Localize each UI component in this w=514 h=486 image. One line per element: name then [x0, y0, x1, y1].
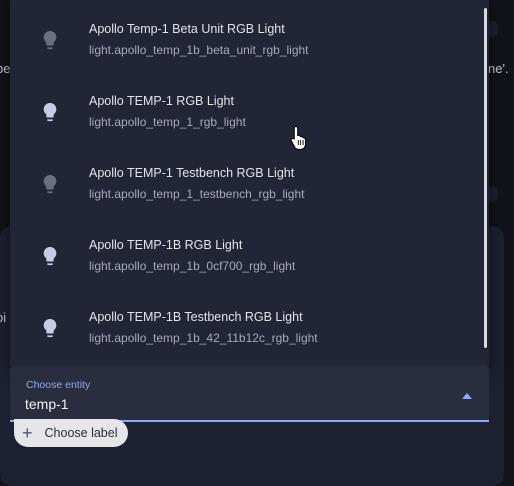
plus-icon: +: [22, 423, 33, 443]
menu-item-name: Apollo Temp-1 Beta Unit RGB Light: [89, 22, 285, 36]
choose-entity-label: Choose entity: [26, 379, 91, 391]
menu-scrollbar[interactable]: [484, 8, 487, 348]
entity-search-input[interactable]: [25, 394, 405, 414]
background-text-fragment: oi: [0, 310, 7, 325]
background-text-fragment: be: [0, 61, 11, 76]
menu-item-entity-id: light.apollo_temp_1b_0cf700_rgb_light: [89, 259, 296, 273]
menu-item-entity-id: light.apollo_temp_1b_beta_unit_rgb_light: [89, 43, 309, 57]
hand-pointer-icon: [290, 125, 307, 150]
lightbulb-icon: [43, 174, 57, 194]
lightbulb-icon: [43, 318, 57, 338]
caret-up-icon[interactable]: [462, 393, 472, 399]
entity-suggestions-menu: Apollo Temp-1 Beta Unit RGB Light light.…: [10, 0, 489, 366]
menu-item[interactable]: Apollo TEMP-1B RGB Light light.apollo_te…: [10, 221, 480, 293]
menu-item-name: Apollo TEMP-1 Testbench RGB Light: [89, 166, 295, 180]
background-text-fragment: ne'.: [488, 61, 509, 76]
menu-item[interactable]: Apollo TEMP-1B Testbench RGB Light light…: [10, 293, 480, 365]
menu-item-name: Apollo TEMP-1 RGB Light: [89, 94, 234, 108]
lightbulb-icon: [43, 102, 57, 122]
lightbulb-icon: [43, 246, 57, 266]
menu-item-name: Apollo TEMP-1B Testbench RGB Light: [89, 310, 303, 324]
menu-item-entity-id: light.apollo_temp_1_testbench_rgb_light: [89, 187, 305, 201]
lightbulb-icon: [43, 30, 57, 50]
choose-entity-field[interactable]: Choose entity: [10, 366, 489, 422]
menu-item[interactable]: Apollo TEMP-1 RGB Light light.apollo_tem…: [10, 77, 480, 149]
menu-item-entity-id: light.apollo_temp_1b_42_11b12c_rgb_light: [89, 331, 318, 345]
menu-item[interactable]: Apollo Temp-1 Beta Unit RGB Light light.…: [10, 5, 480, 77]
choose-label-text: Choose label: [44, 426, 118, 440]
menu-item[interactable]: Apollo TEMP-1 Testbench RGB Light light.…: [10, 149, 480, 221]
menu-item-name: Apollo TEMP-1B RGB Light: [89, 238, 243, 252]
choose-label-button[interactable]: + Choose label: [14, 419, 129, 447]
menu-item-entity-id: light.apollo_temp_1_rgb_light: [89, 115, 246, 129]
